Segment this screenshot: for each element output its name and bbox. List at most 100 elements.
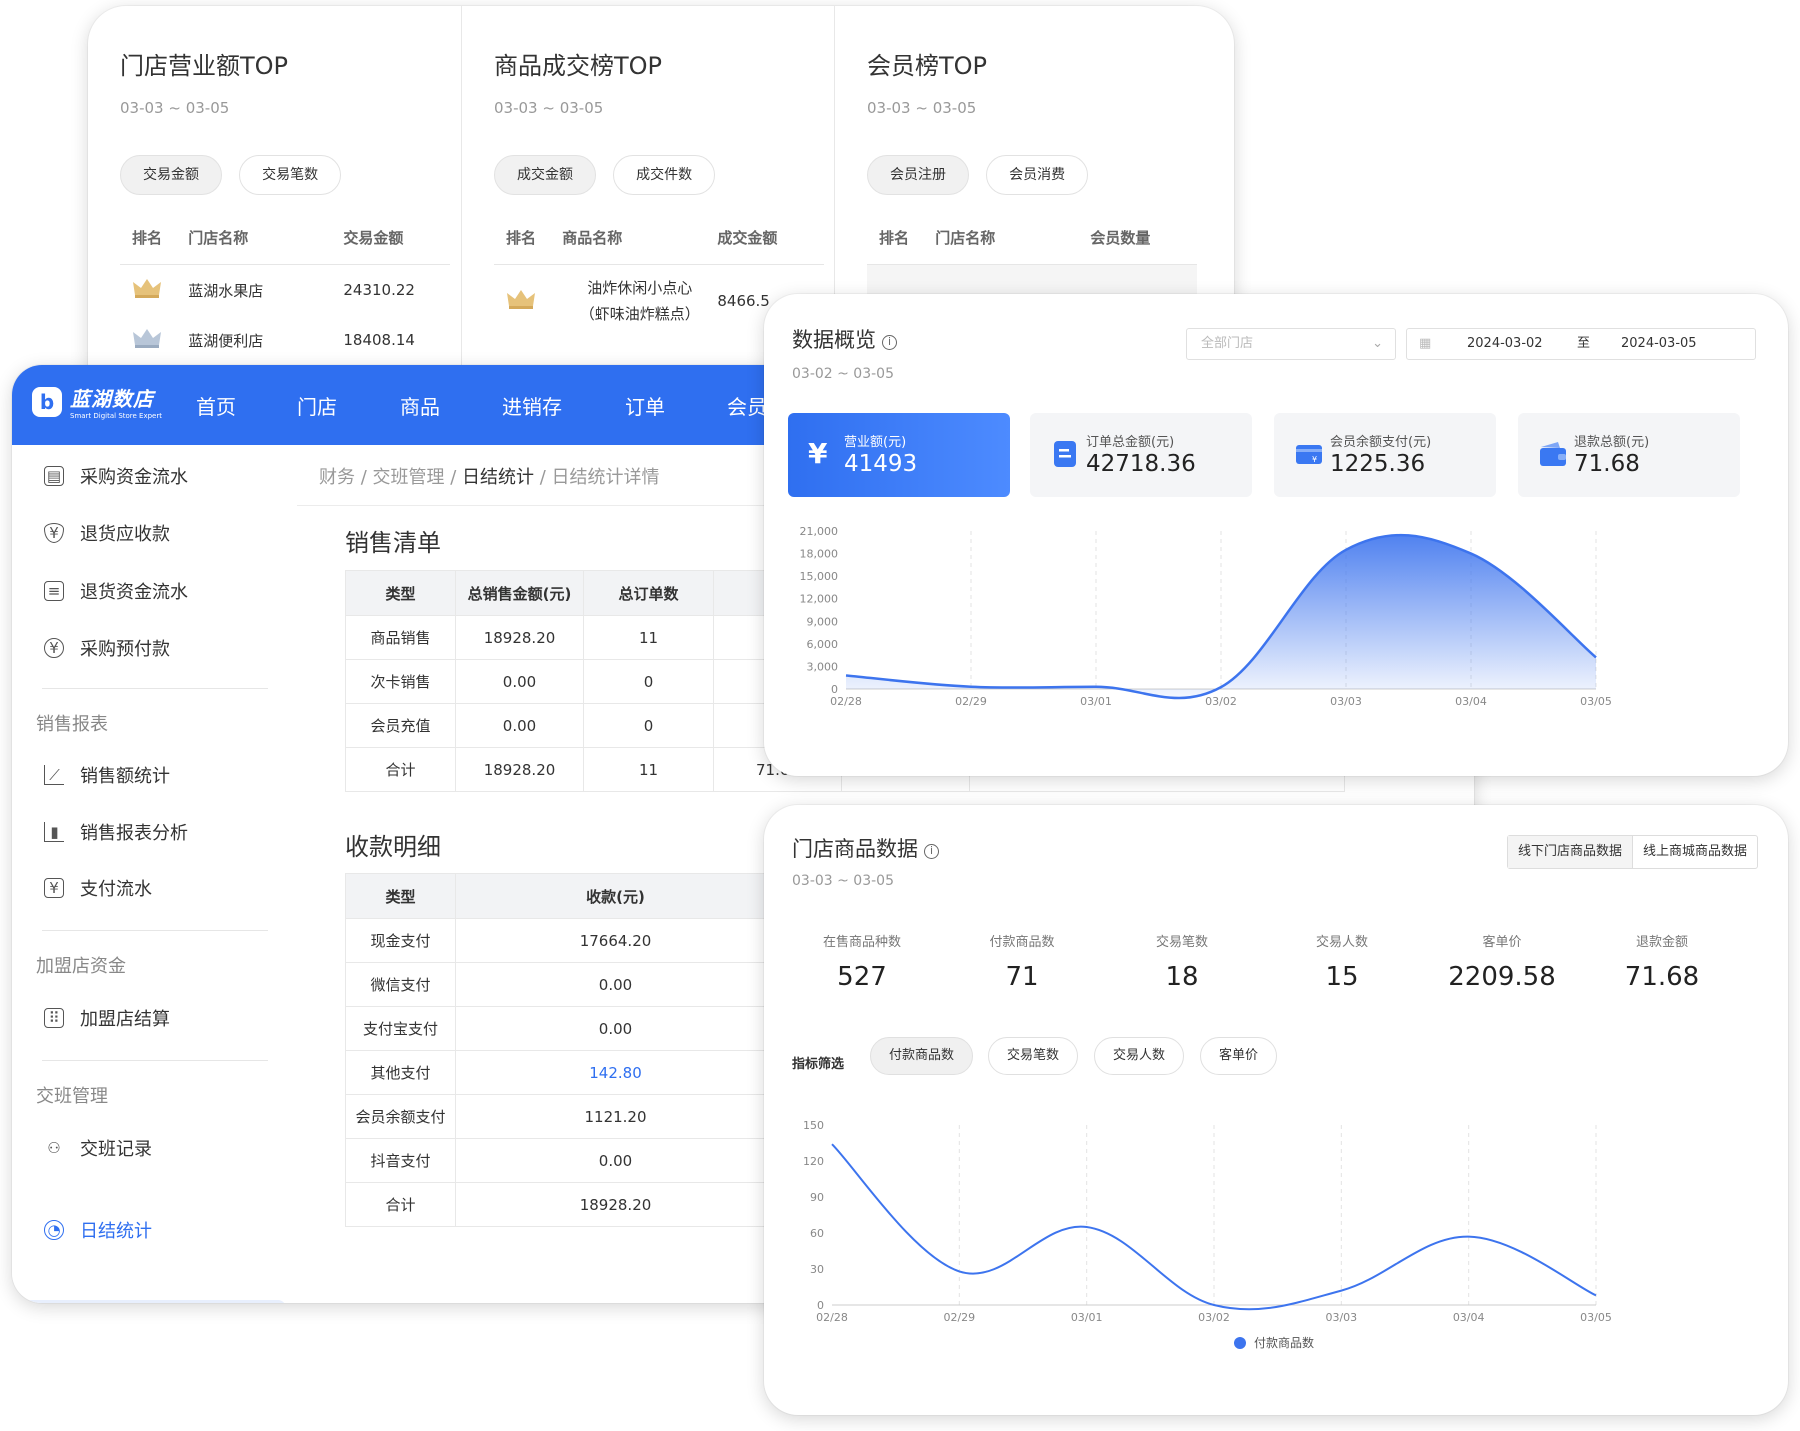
sidebar-item-payment-flow[interactable]: ¥ 支付流水 bbox=[44, 875, 152, 901]
sidebar-item-label: 采购预付款 bbox=[80, 639, 170, 660]
payment-detail-title: 收款明细 bbox=[345, 833, 441, 861]
stat-value: 15 bbox=[1325, 962, 1359, 992]
sidebar-item-label: 销售额统计 bbox=[80, 766, 170, 787]
col-type: 类型 bbox=[345, 570, 456, 616]
tab-online-goods[interactable]: 线上商城商品数据 bbox=[1633, 836, 1757, 868]
table-header: 排名 门店名称 会员数量 bbox=[867, 227, 1197, 265]
y-tick-label: 120 bbox=[803, 1155, 824, 1168]
panel-title: 会员榜TOP bbox=[867, 52, 988, 80]
breadcrumb-item[interactable]: 交班管理 bbox=[373, 467, 445, 488]
sidebar-item-label: 销售报表分析 bbox=[80, 823, 188, 844]
stat-value: 2209.58 bbox=[1448, 962, 1556, 992]
overview-title-row: 数据概览 i bbox=[792, 324, 897, 354]
row-name-sub: （虾味油炸糕点） bbox=[579, 305, 700, 323]
stat-avg-order: 客单价 2209.58 bbox=[1422, 931, 1582, 992]
cell: 0.00 bbox=[455, 659, 584, 704]
sidebar-item-label: 采购资金流水 bbox=[80, 467, 188, 488]
sidebar-group-franchise: 加盟店资金 bbox=[36, 956, 126, 977]
nav-home[interactable]: 首页 bbox=[196, 391, 236, 420]
date-from[interactable]: 2024-03-02 bbox=[1467, 329, 1543, 359]
calendar-icon: ▦ bbox=[1419, 336, 1432, 351]
wallet-icon bbox=[1540, 442, 1566, 466]
sidebar-item-sales-stats[interactable]: ⟋ 销售额统计 bbox=[44, 762, 170, 788]
nav-orders[interactable]: 订单 bbox=[625, 391, 665, 420]
breadcrumb-item[interactable]: 日结统计 bbox=[462, 467, 534, 488]
cell: 18928.20 bbox=[455, 615, 584, 660]
col-type: 类型 bbox=[345, 873, 456, 919]
kpi-label: 订单总金额(元) bbox=[1086, 435, 1175, 450]
breadcrumb-item[interactable]: 财务 bbox=[319, 467, 355, 488]
nav-members[interactable]: 会员 bbox=[727, 391, 767, 420]
sidebar-item-label: 加盟店结算 bbox=[80, 1009, 170, 1030]
tab-offline-goods[interactable]: 线下门店商品数据 bbox=[1507, 836, 1633, 868]
tab-amount[interactable]: 交易金额 bbox=[120, 155, 222, 195]
kpi-order-total[interactable]: 订单总金额(元) 42718.36 bbox=[1030, 413, 1252, 497]
nav-inventory[interactable]: 进销存 bbox=[502, 391, 562, 420]
data-overview-card: 数据概览 i 03-02 ~ 03-05 全部门店 ⌄ ▦ 2024-03-02 … bbox=[764, 294, 1788, 776]
filter-buyers[interactable]: 交易人数 bbox=[1094, 1037, 1185, 1075]
stat-value: 527 bbox=[837, 962, 887, 992]
gold-crown-icon bbox=[507, 290, 535, 309]
goods-date-range: 03-03 ~ 03-05 bbox=[792, 873, 894, 889]
cell-link[interactable]: 142.80 bbox=[455, 1050, 776, 1095]
x-tick-label: 02/29 bbox=[943, 1311, 975, 1324]
goods-title: 门店商品数据 bbox=[792, 837, 918, 861]
table-row[interactable]: 蓝湖便利店 18408.14 bbox=[120, 315, 450, 365]
sidebar-item-return-receivable[interactable]: ¥ 退货应收款 bbox=[44, 520, 170, 546]
filter-avg-order[interactable]: 客单价 bbox=[1200, 1037, 1278, 1075]
pie-chart-icon: ◔ bbox=[44, 1220, 64, 1240]
cell: 会员充值 bbox=[345, 703, 456, 748]
sidebar-item-label: 支付流水 bbox=[80, 879, 152, 900]
filter-transactions[interactable]: 交易笔数 bbox=[988, 1037, 1079, 1075]
kpi-member-balance[interactable]: ¥ 会员余额支付(元) 1225.36 bbox=[1274, 413, 1496, 497]
cell: 支付宝支付 bbox=[345, 1006, 456, 1051]
overview-title: 数据概览 bbox=[792, 328, 876, 352]
y-tick-label: 15,000 bbox=[800, 570, 839, 583]
date-to[interactable]: 2024-03-05 bbox=[1621, 329, 1697, 359]
x-tick-label: 03/05 bbox=[1580, 1311, 1612, 1324]
filter-paid-goods[interactable]: 付款商品数 bbox=[870, 1037, 974, 1075]
x-tick-label: 03/04 bbox=[1453, 1311, 1485, 1324]
sidebar-item-return-flow[interactable]: ≡ 退货资金流水 bbox=[44, 578, 188, 604]
y-tick-label: 90 bbox=[810, 1191, 824, 1204]
kpi-revenue[interactable]: ¥ 营业额(元) 41493 bbox=[788, 413, 1010, 497]
cell: 合计 bbox=[345, 1182, 456, 1227]
tab-member-spend[interactable]: 会员消费 bbox=[986, 155, 1089, 195]
overview-date-range: 03-02 ~ 03-05 bbox=[792, 366, 894, 382]
cell: 0 bbox=[583, 659, 714, 704]
date-range-picker[interactable]: ▦ 2024-03-02 至 2024-03-05 bbox=[1406, 328, 1756, 360]
sidebar-item-daily-stats[interactable]: ◔ 日结统计 bbox=[44, 1217, 152, 1243]
tab-member-register[interactable]: 会员注册 bbox=[867, 155, 969, 195]
x-tick-label: 03/03 bbox=[1330, 695, 1362, 708]
revenue-area-chart: 03,0006,0009,00012,00015,00018,00021,000… bbox=[800, 525, 1612, 708]
svg-text:¥: ¥ bbox=[1312, 455, 1317, 464]
nav-store[interactable]: 门店 bbox=[297, 391, 337, 420]
table-header: 排名 门店名称 交易金额 bbox=[120, 227, 450, 265]
store-select[interactable]: 全部门店 ⌄ bbox=[1186, 328, 1396, 360]
sidebar-item-purchase-prepay[interactable]: ¥ 采购预付款 bbox=[44, 635, 170, 661]
nav-goods[interactable]: 商品 bbox=[400, 391, 440, 420]
stat-on-sale: 在售商品种数 527 bbox=[782, 931, 942, 992]
sidebar-item-sales-analysis[interactable]: ▮ 销售报表分析 bbox=[44, 819, 188, 845]
cell: 合计 bbox=[345, 747, 456, 792]
tab-count[interactable]: 交易笔数 bbox=[239, 155, 342, 195]
sidebar-item-purchase-flow[interactable]: ▤ 采购资金流水 bbox=[44, 463, 188, 489]
panel-date-range: 03-03 ~ 03-05 bbox=[494, 99, 604, 117]
kpi-value: 71.68 bbox=[1574, 451, 1640, 477]
tab-deal-amount[interactable]: 成交金额 bbox=[494, 155, 596, 195]
sidebar-item-franchise-settlement[interactable]: ⠿ 加盟店结算 bbox=[44, 1005, 170, 1031]
yen-circle-icon: ¥ bbox=[44, 638, 64, 658]
info-icon[interactable]: i bbox=[924, 844, 939, 859]
y-tick-label: 9,000 bbox=[807, 615, 839, 628]
kpi-refund-total[interactable]: 退款总额(元) 71.68 bbox=[1518, 413, 1740, 497]
cell: 会员余额支付 bbox=[345, 1094, 456, 1139]
x-tick-label: 03/04 bbox=[1455, 695, 1487, 708]
x-tick-label: 02/28 bbox=[816, 1311, 848, 1324]
logo-name: 蓝湖数店 bbox=[70, 387, 154, 411]
info-icon[interactable]: i bbox=[882, 335, 897, 350]
sidebar-item-shift-records[interactable]: ⚇ 交班记录 bbox=[44, 1135, 152, 1161]
table-row[interactable]: 蓝湖水果店 24310.22 bbox=[120, 265, 450, 315]
brand-logo[interactable]: b 蓝湖数店 Smart Digital Store Expert bbox=[32, 383, 162, 420]
x-tick-label: 03/05 bbox=[1580, 695, 1612, 708]
tab-deal-count[interactable]: 成交件数 bbox=[613, 155, 716, 195]
